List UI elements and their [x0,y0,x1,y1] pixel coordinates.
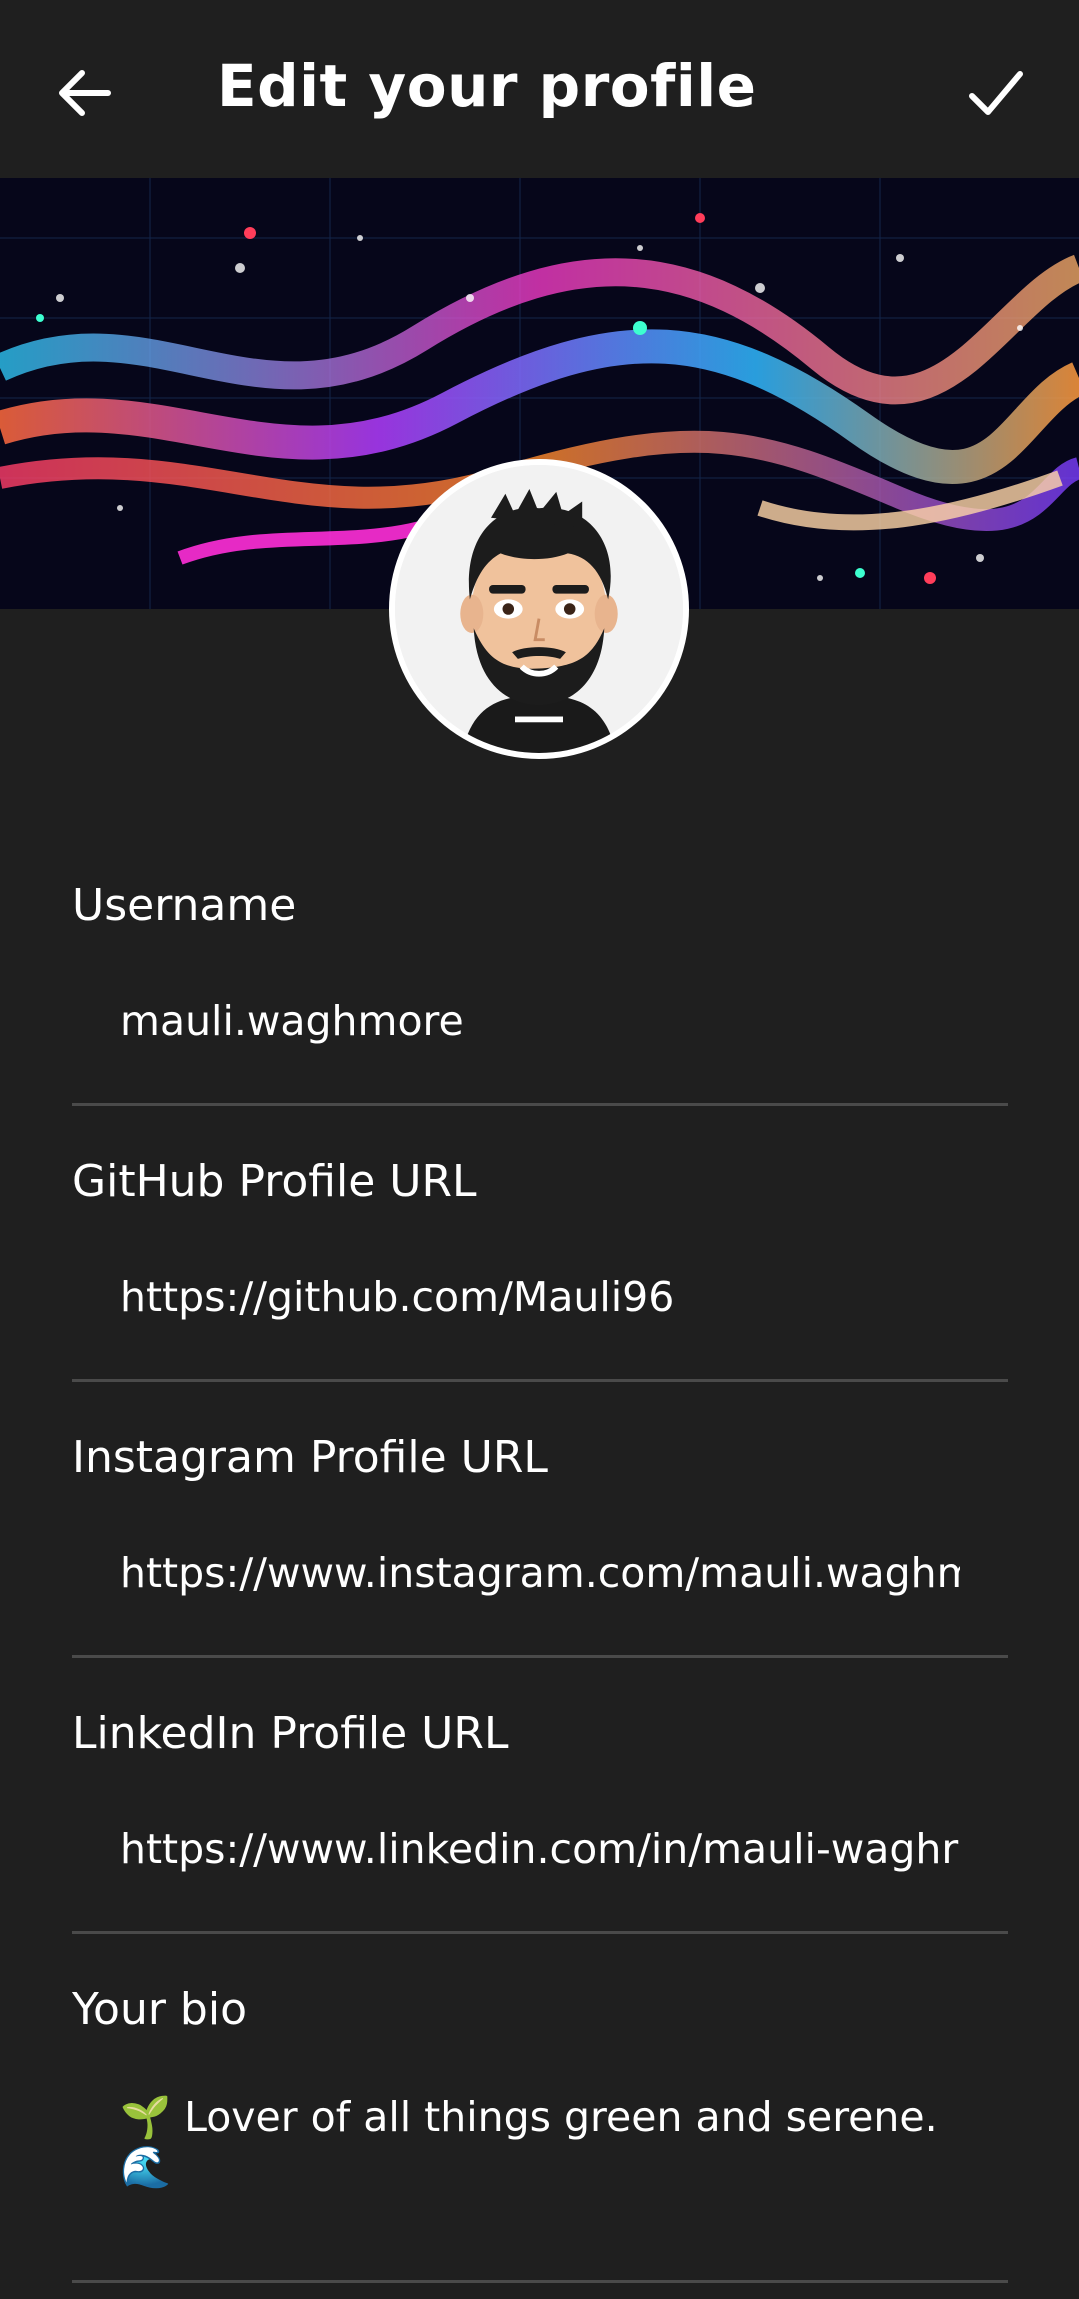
instagram-label: Instagram Profile URL [72,1432,548,1483]
app-bar: Edit your profile [0,0,1079,178]
github-field-group: GitHub Profile URL https://github.com/Ma… [72,1156,1008,1382]
linkedin-field-group: LinkedIn Profile URL https://www.linkedi… [72,1708,1008,1934]
username-field-group: Username mauli.waghmore [72,880,1008,1106]
page-title: Edit your profile [217,52,757,120]
instagram-url-input[interactable]: https://www.instagram.com/mauli.waghm [120,1549,960,1597]
bio-input[interactable]: 🌱 Lover of all things green and serene. … [120,2092,960,2192]
divider [72,1931,1008,1934]
instagram-field-group: Instagram Profile URL https://www.instag… [72,1432,1008,1658]
divider [72,1655,1008,1658]
username-label: Username [72,880,297,931]
linkedin-label: LinkedIn Profile URL [72,1708,509,1759]
bio-line-1: 🌱 Lover of all things green and serene. [120,2093,938,2141]
divider [72,1379,1008,1382]
username-input[interactable]: mauli.waghmore [120,997,960,1045]
check-icon[interactable] [960,58,1030,128]
arrow-left-icon[interactable] [50,58,120,128]
divider [72,2280,1008,2283]
bio-field-group: Your bio 🌱 Lover of all things green and… [72,1984,1008,2284]
divider [72,1103,1008,1106]
avatar[interactable] [389,459,689,759]
bio-label: Your bio [72,1984,247,2035]
bio-line-2: 🌊 [120,2143,172,2191]
github-label: GitHub Profile URL [72,1156,477,1207]
linkedin-url-input[interactable]: https://www.linkedin.com/in/mauli-waghr [120,1825,960,1873]
github-url-input[interactable]: https://github.com/Mauli96 [120,1273,960,1321]
